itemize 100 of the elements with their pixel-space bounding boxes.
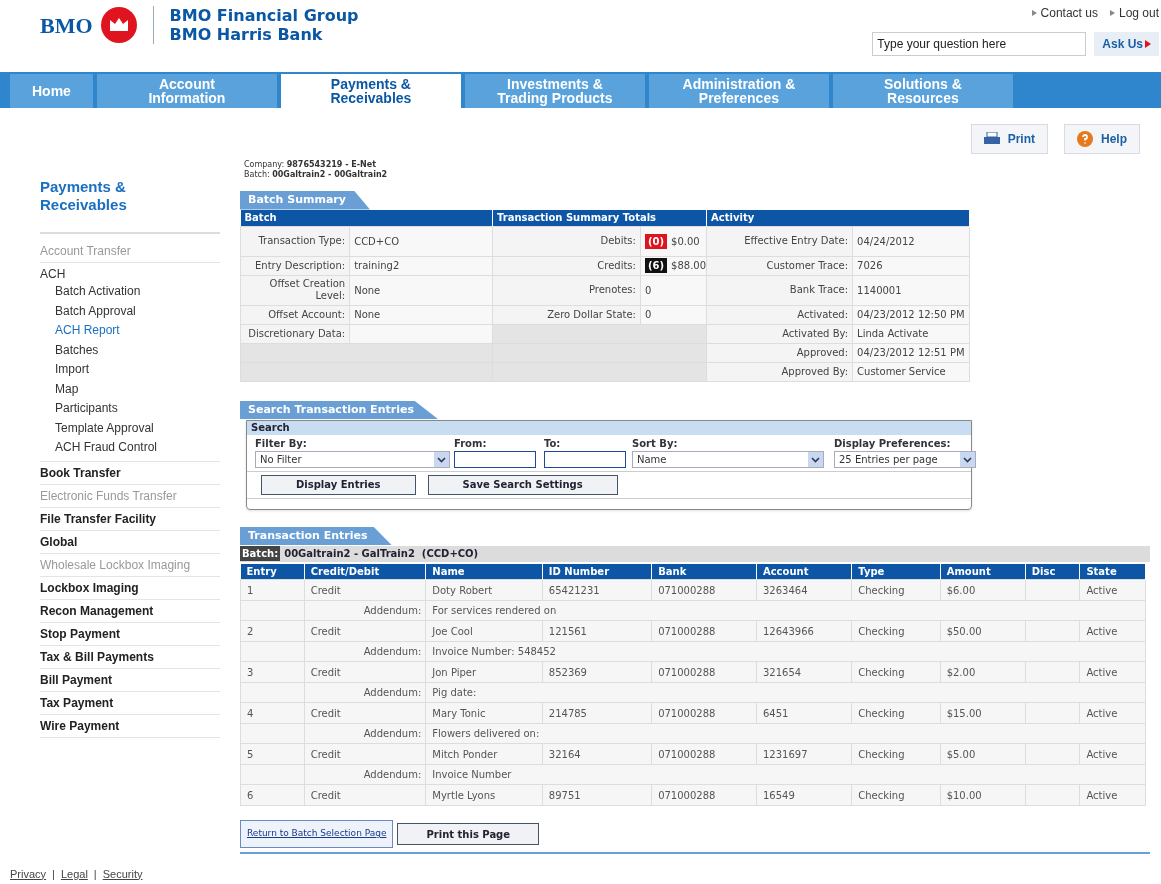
- context-line: Company: 9876543219 - E-Net: [244, 160, 377, 170]
- table-cell: Joe Cool: [432, 625, 473, 637]
- sidebar-item[interactable]: Book Transfer: [40, 464, 220, 481]
- dropdown[interactable]: No Filter: [255, 450, 450, 468]
- table-cell: 12643966: [762, 625, 814, 637]
- addendum-text: For services rendered on: [432, 605, 557, 616]
- sidebar-subitem[interactable]: Map: [40, 379, 220, 399]
- triangle-icon: [1145, 40, 1151, 48]
- column-header: Type: [851, 563, 941, 580]
- table-cell: 071000288: [658, 625, 716, 637]
- question-field[interactable]: Type your question here: [872, 32, 1087, 56]
- sidebar-subitem[interactable]: Participants: [40, 399, 220, 419]
- addendum-label: Addendum:: [363, 769, 422, 780]
- sidebar-title: Payments & Receivables: [40, 178, 128, 214]
- sidebar-subitem[interactable]: Batches: [40, 340, 220, 360]
- print-page-button[interactable]: Print this Page: [397, 823, 540, 845]
- sidebar-item[interactable]: Tax Payment: [40, 694, 220, 711]
- table-cell: Credit: [310, 707, 341, 719]
- table-cell: $15.00: [946, 707, 982, 719]
- table-cell: 2: [247, 625, 254, 637]
- field-label: Effective Entry Date:: [706, 226, 853, 256]
- to-date-field[interactable]: [544, 450, 626, 468]
- nav-tab[interactable]: Payments & Receivables: [280, 74, 461, 108]
- batch-value: 00Galtrain2 - GalTrain2 (CCD+CO): [284, 547, 479, 561]
- table-cell: Credit: [310, 625, 341, 637]
- sidebar-item[interactable]: Wire Payment: [40, 717, 220, 734]
- table-cell: Mary Tonic: [432, 707, 486, 719]
- sidebar-subitem[interactable]: ACH Fraud Control: [40, 438, 220, 458]
- footer-link[interactable]: Legal: [60, 865, 88, 882]
- sidebar-subitem[interactable]: Batch Approval: [40, 301, 220, 321]
- field-label: To:: [544, 436, 562, 451]
- field-value: $0.00: [671, 235, 700, 247]
- field-value: 0: [644, 284, 652, 296]
- field-value: CCD+CO: [354, 235, 400, 247]
- addendum-text: Invoice Number: [432, 769, 512, 780]
- tool-button[interactable]: Help: [1064, 124, 1140, 154]
- sidebar-subitem[interactable]: ACH Report: [40, 321, 220, 341]
- sidebar-item[interactable]: ACH: [40, 266, 220, 282]
- table-cell: 6: [247, 789, 254, 801]
- sidebar-subitem[interactable]: Batch Activation: [40, 282, 220, 302]
- header-link[interactable]: Log out: [1109, 4, 1159, 22]
- table-cell: Checking: [858, 666, 905, 678]
- sidebar-subitem[interactable]: Import: [40, 360, 220, 380]
- sidebar-item[interactable]: File Transfer Facility: [40, 510, 220, 527]
- column-header: Credit/Debit: [304, 563, 426, 580]
- count-badge: (0): [644, 233, 668, 249]
- sidebar-item[interactable]: Global: [40, 533, 220, 550]
- table-cell: 16549: [762, 789, 795, 801]
- addendum-label: Addendum:: [363, 687, 422, 698]
- dropdown[interactable]: Name: [632, 450, 824, 468]
- search-button[interactable]: Save Search Settings: [427, 474, 618, 495]
- from-date-field[interactable]: [454, 450, 536, 468]
- column-header: Amount: [940, 563, 1026, 580]
- return-link[interactable]: Return to Batch Selection Page: [240, 820, 394, 848]
- footer-link[interactable]: Security: [102, 865, 143, 882]
- table-cell: $50.00: [946, 625, 982, 637]
- sidebar-item[interactable]: Stop Payment: [40, 625, 220, 642]
- column-header: Account: [756, 563, 852, 580]
- field-value: 04/23/2012 12:50 PM: [857, 309, 965, 320]
- table-cell: 4: [247, 707, 254, 719]
- sidebar-subitem[interactable]: Template Approval: [40, 418, 220, 438]
- table-cell: Credit: [310, 748, 341, 760]
- chevron-down-icon: [808, 451, 823, 467]
- column-header: Activity: [706, 210, 970, 226]
- chevron-down-icon: [434, 451, 449, 467]
- table-cell: 6451: [762, 707, 789, 719]
- table-cell: 5: [247, 748, 254, 760]
- field-label: Bank Trace:: [706, 275, 853, 305]
- column-header: ID Number: [542, 563, 652, 580]
- column-header: State: [1079, 563, 1146, 580]
- column-header: Entry: [240, 563, 305, 580]
- header-link[interactable]: Contact us: [1031, 4, 1098, 22]
- brand-name: BMO Harris Bank: [169, 25, 324, 44]
- field-value: 1140001: [857, 284, 902, 296]
- sidebar-item[interactable]: Recon Management: [40, 602, 220, 619]
- sidebar-item[interactable]: Bill Payment: [40, 671, 220, 688]
- count-badge: (6): [644, 258, 668, 273]
- table-cell: 852369: [548, 666, 587, 678]
- table-cell: $2.00: [946, 666, 976, 678]
- sidebar-item[interactable]: Tax & Bill Payments: [40, 648, 220, 665]
- table-cell: Credit: [310, 584, 341, 596]
- chevron-down-icon: [960, 451, 975, 467]
- triangle-icon: [1031, 10, 1037, 16]
- table-cell: Active: [1086, 789, 1118, 801]
- table-cell: Doty Robert: [432, 584, 493, 596]
- field-label: Sort By:: [632, 436, 679, 451]
- search-button[interactable]: Display Entries: [261, 474, 416, 495]
- dropdown[interactable]: 25 Entries per page: [834, 450, 976, 468]
- tool-button[interactable]: Print: [970, 124, 1048, 154]
- table-cell: 071000288: [658, 748, 716, 760]
- field-value: 04/24/2012: [857, 235, 915, 247]
- table-cell: $10.00: [946, 789, 982, 801]
- ask-us-button[interactable]: Ask Us: [1094, 32, 1159, 56]
- field-label: Filter By:: [255, 436, 308, 451]
- addendum-label: Addendum:: [363, 728, 422, 739]
- table-cell: Active: [1086, 707, 1118, 719]
- sidebar-item[interactable]: Lockbox Imaging: [40, 579, 220, 596]
- field-label: Display Preferences:: [834, 436, 952, 451]
- table-cell: Checking: [858, 789, 905, 801]
- footer-link[interactable]: Privacy: [10, 865, 47, 882]
